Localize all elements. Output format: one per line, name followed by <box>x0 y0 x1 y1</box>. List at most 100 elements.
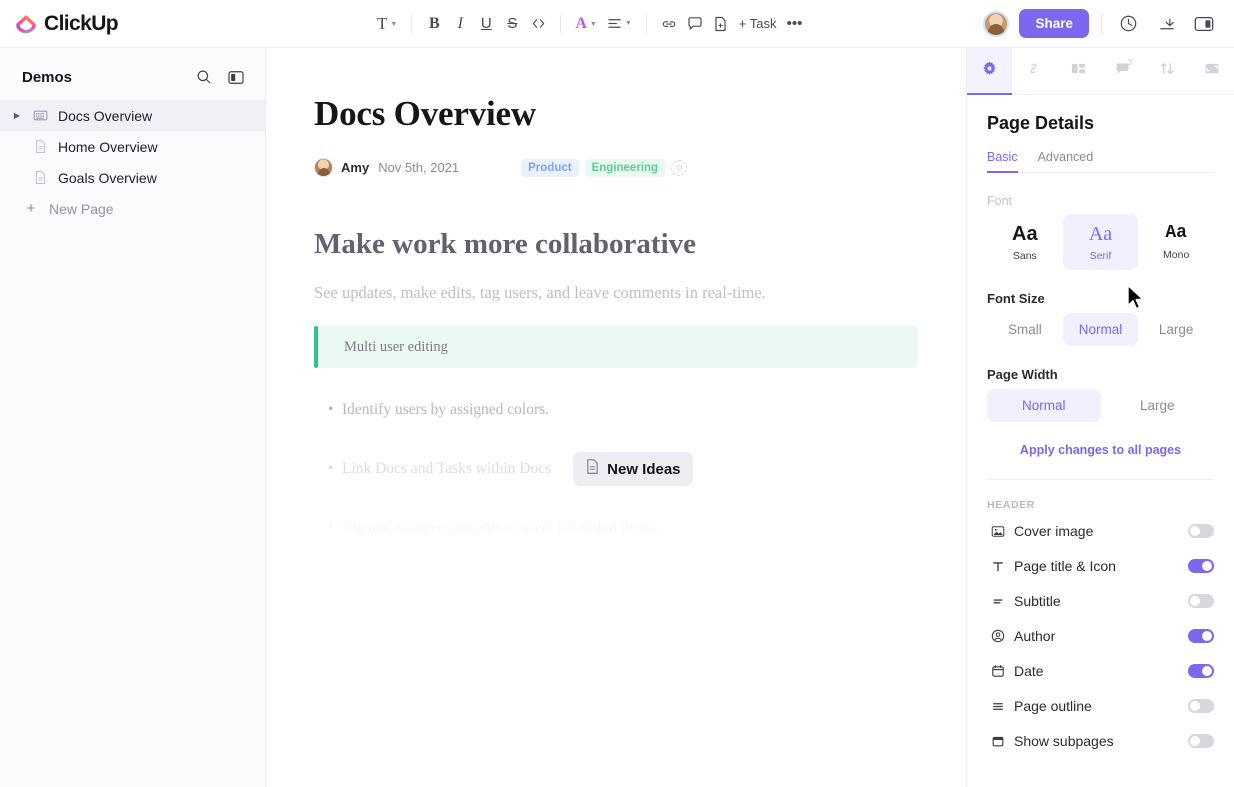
panel-subtabs: Basic Advanced <box>987 150 1214 173</box>
page-width-label: Page Width <box>987 367 1058 382</box>
sidebar-header: Demos <box>0 54 265 100</box>
callout-block[interactable]: Multi user editing <box>314 326 918 368</box>
search-icon[interactable] <box>193 66 215 88</box>
tag-engineering[interactable]: Engineering <box>584 158 666 177</box>
link-icon[interactable] <box>656 9 682 39</box>
toggle-row-cover-image: Cover image <box>987 516 1214 546</box>
strikethrough-button[interactable]: S <box>499 9 525 39</box>
share-button[interactable]: Share <box>1019 9 1089 38</box>
app-body: Demos ▶ Docs Overview ▶ <box>0 48 1234 787</box>
document-date[interactable]: Nov 5th, 2021 <box>378 160 459 175</box>
underline-button[interactable]: U <box>473 9 499 39</box>
font-size-small[interactable]: Small <box>987 313 1063 346</box>
text-style-button[interactable]: T ▼ <box>372 9 402 39</box>
text-color-button[interactable]: A ▼ <box>570 9 602 39</box>
sort-arrows-icon <box>1158 60 1176 82</box>
toggle-row-subtitle: Subtitle <box>987 586 1214 616</box>
expand-triangle-icon[interactable]: ▶ <box>12 111 22 120</box>
tab-cover[interactable] <box>1190 48 1234 94</box>
calendar-icon <box>987 664 1009 678</box>
code-button[interactable] <box>525 9 551 39</box>
toggle-date[interactable] <box>1188 664 1214 678</box>
sidebar-item-goals-overview[interactable]: ▶ Goals Overview <box>0 162 265 193</box>
more-options-button[interactable]: ••• <box>781 9 807 39</box>
font-option-label: Mono <box>1163 248 1190 261</box>
toggle-cover-image[interactable] <box>1188 524 1214 538</box>
clock-icon[interactable] <box>1114 10 1142 38</box>
author-avatar[interactable] <box>314 158 333 177</box>
toggle-author[interactable] <box>1188 629 1214 643</box>
comment-icon[interactable] <box>682 9 708 39</box>
brand[interactable]: ClickUp <box>0 12 266 36</box>
toggle-page-outline[interactable] <box>1188 699 1214 713</box>
font-option-mono[interactable]: Aa Mono <box>1138 214 1214 270</box>
top-toolbar: ClickUp T ▼ B I U S A ▼ ▼ + Task ••• Sha… <box>0 0 1234 48</box>
arrow-down-line-icon[interactable] <box>1152 10 1180 38</box>
toggle-page-title[interactable] <box>1188 559 1214 573</box>
font-size-normal[interactable]: Normal <box>1062 313 1139 346</box>
toggle-label: Page title & Icon <box>1014 558 1116 574</box>
tab-relationships[interactable] <box>1012 48 1057 94</box>
callout-text: Multi user editing <box>344 338 448 355</box>
page-width-normal[interactable]: Normal <box>987 389 1101 422</box>
toggle-row-show-subpages: Show subpages <box>987 726 1214 756</box>
toggle-label: Show subpages <box>1014 733 1114 749</box>
chevron-down-icon: ▼ <box>589 19 597 28</box>
toolbar-divider <box>560 14 562 33</box>
tab-settings[interactable] <box>967 48 1012 95</box>
tag-product[interactable]: Product <box>521 158 579 177</box>
font-size-large[interactable]: Large <box>1138 313 1214 346</box>
tag-list: Product Engineering <box>521 158 688 177</box>
font-option-sans[interactable]: Aa Sans <box>987 214 1063 270</box>
page-icon[interactable] <box>708 9 734 39</box>
brand-name: ClickUp <box>44 11 119 35</box>
italic-button[interactable]: I <box>447 9 473 39</box>
collapse-panel-icon[interactable] <box>225 66 247 88</box>
font-sample: Aa <box>1088 223 1113 245</box>
font-option-serif[interactable]: Aa Serif <box>1062 214 1139 270</box>
subtab-advanced[interactable]: Advanced <box>1038 150 1094 172</box>
sidebar-item-label: Docs Overview <box>58 107 153 124</box>
add-task-button[interactable]: + Task <box>734 9 782 39</box>
document-meta: Amy Nov 5th, 2021 Product Engineering <box>314 158 906 177</box>
sidebar-item-home-overview[interactable]: ▶ Home Overview <box>0 131 265 162</box>
tab-sort[interactable] <box>1145 48 1190 94</box>
bullet-item: Tag and assign comments to users for act… <box>314 519 658 537</box>
toggle-subtitle[interactable] <box>1188 594 1214 608</box>
new-ideas-chip[interactable]: New Ideas <box>573 452 693 486</box>
gear-icon <box>981 60 998 82</box>
window-icon <box>987 735 1009 748</box>
page-title[interactable]: Docs Overview <box>314 94 906 134</box>
text-color-label: A <box>575 14 587 32</box>
panel-toggle-icon[interactable] <box>1190 10 1218 38</box>
align-button[interactable]: ▼ <box>602 9 637 39</box>
sidebar-new-page-button[interactable]: + New Page <box>0 193 265 224</box>
header-divider <box>1101 13 1102 34</box>
bullet-item: Link Docs and Tasks within Docs <box>314 460 551 478</box>
bold-button[interactable]: B <box>421 9 447 39</box>
toolbar-divider <box>411 14 413 33</box>
image-icon <box>1203 61 1221 81</box>
toggle-label: Page outline <box>1014 698 1092 714</box>
bullet-item: Identify users by assigned colors. <box>314 401 549 419</box>
avatar[interactable] <box>983 10 1010 37</box>
toggle-show-subpages[interactable] <box>1188 734 1214 748</box>
font-option-label: Sans <box>1012 250 1037 262</box>
user-circle-icon <box>987 629 1009 643</box>
toggle-row-author: Author <box>987 621 1214 651</box>
apply-changes-link[interactable]: Apply changes to all pages <box>987 443 1214 457</box>
bullet-row: Link Docs and Tasks within Docs New Idea… <box>314 452 906 486</box>
document-content: Docs Overview Amy Nov 5th, 2021 Product … <box>266 48 966 537</box>
toggle-row-date: Date <box>987 656 1214 686</box>
sidebar-item-docs-overview[interactable]: ▶ Docs Overview <box>0 100 265 131</box>
header-actions: Share <box>983 9 1234 38</box>
sidebar-header-actions <box>193 66 247 88</box>
document-heading: Make work more collaborative <box>314 228 697 260</box>
toolbar-divider <box>645 14 647 33</box>
add-tag-icon[interactable] <box>671 159 688 176</box>
subtab-basic[interactable]: Basic <box>987 150 1018 173</box>
tab-comments[interactable]: 3 <box>1101 48 1146 94</box>
clickup-logo-icon <box>14 12 38 36</box>
page-width-large[interactable]: Large <box>1101 389 1215 422</box>
tab-layout[interactable] <box>1056 48 1101 94</box>
